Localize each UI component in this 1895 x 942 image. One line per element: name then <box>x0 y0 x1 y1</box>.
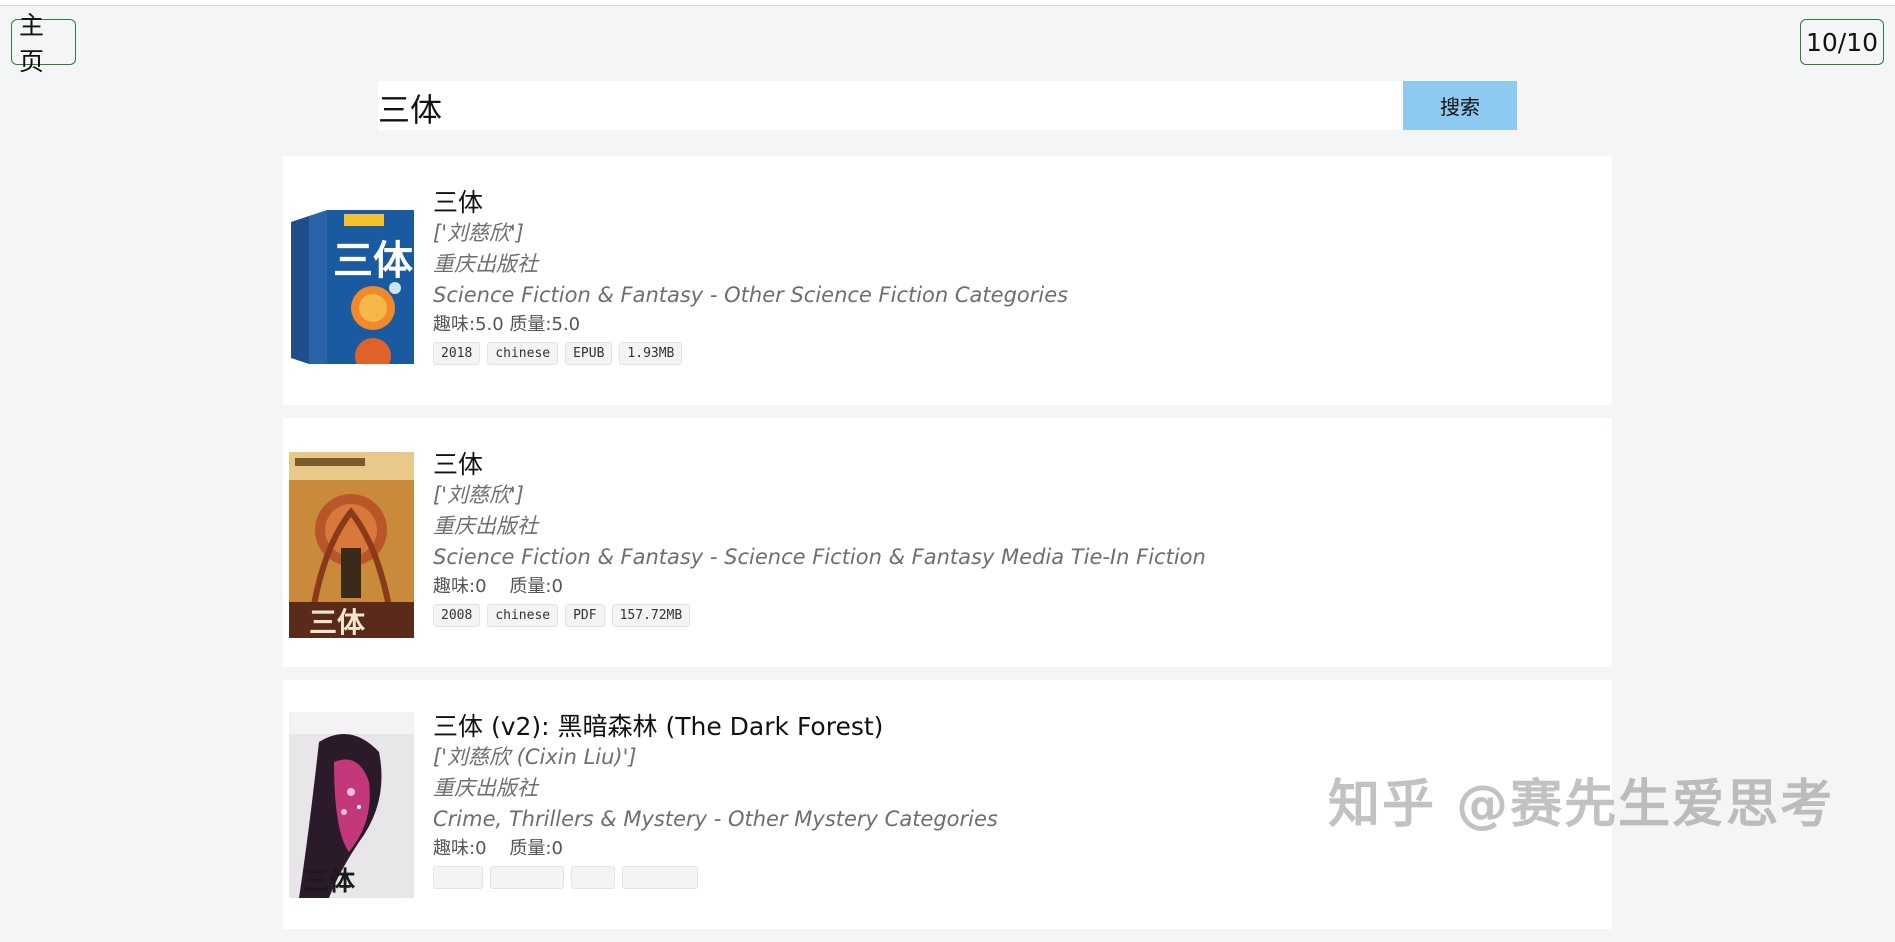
tag-language <box>490 866 564 889</box>
tag-language: chinese <box>487 342 559 365</box>
tag-format: PDF <box>565 604 605 627</box>
tag-size: 1.93MB <box>619 342 683 365</box>
svg-text:三体: 三体 <box>333 238 413 284</box>
book-category: Crime, Thrillers & Mystery - Other Myste… <box>433 807 998 831</box>
tag-format: EPUB <box>565 342 613 365</box>
search-button[interactable]: 搜索 <box>1403 81 1517 130</box>
book-title[interactable]: 三体 <box>433 188 1068 218</box>
book-title[interactable]: 三体 (v2): 黑暗森林 (The Dark Forest) <box>433 712 998 742</box>
watermark-text: 知乎 @赛先生爱思考 <box>1328 775 1835 835</box>
book-scores: 趣味:0 质量:0 <box>433 576 563 597</box>
book-category: Science Fiction & Fantasy - Science Fict… <box>433 545 1206 569</box>
book-tags: 2008 chinese PDF 157.72MB <box>433 604 1206 627</box>
book-tags <box>433 866 998 889</box>
book-category: Science Fiction & Fantasy - Other Scienc… <box>433 283 1069 307</box>
book-author: ['刘慈欣'] <box>433 483 524 507</box>
book-author: ['刘慈欣'] <box>433 221 524 245</box>
top-border <box>0 0 1895 6</box>
book-author: ['刘慈欣 (Cixin Liu)'] <box>433 745 637 769</box>
tag-year: 2008 <box>433 604 481 627</box>
search-input[interactable] <box>378 81 1403 130</box>
book-card[interactable]: 三体 三体 ['刘慈欣'] 重庆出版社 Science Fiction & Fa… <box>283 156 1612 405</box>
home-button[interactable]: 主页 <box>11 11 76 76</box>
page-indicator-button[interactable]: 10/10 <box>1800 19 1884 65</box>
book-publisher: 重庆出版社 <box>433 776 538 800</box>
book-info: 三体 (v2): 黑暗森林 (The Dark Forest) ['刘慈欣 (C… <box>433 712 998 889</box>
book-scores: 趣味:0 质量:0 <box>433 838 563 859</box>
book-info: 三体 ['刘慈欣'] 重庆出版社 Science Fiction & Fanta… <box>433 188 1068 365</box>
book-scores: 趣味:5.0 质量:5.0 <box>433 314 581 335</box>
book-card[interactable]: 三体 三体 ['刘慈欣'] 重庆出版社 Science Fiction & Fa… <box>283 418 1612 667</box>
book-title[interactable]: 三体 <box>433 450 1206 480</box>
tag-language: chinese <box>487 604 559 627</box>
tag-format <box>571 866 615 889</box>
tag-size <box>622 866 698 889</box>
book-info: 三体 ['刘慈欣'] 重庆出版社 Science Fiction & Fanta… <box>433 450 1206 627</box>
tag-year: 2018 <box>433 342 481 365</box>
book-cover-image[interactable]: 三体 <box>289 712 414 898</box>
book-cover-image[interactable]: 三体 <box>289 452 414 638</box>
svg-text:三体: 三体 <box>303 867 356 897</box>
book-publisher: 重庆出版社 <box>433 514 538 538</box>
book-cover-image[interactable]: 三体 <box>289 206 414 364</box>
book-publisher: 重庆出版社 <box>433 252 538 276</box>
svg-text:三体: 三体 <box>309 606 366 638</box>
tag-size: 157.72MB <box>611 604 691 627</box>
book-tags: 2018 chinese EPUB 1.93MB <box>433 342 1068 365</box>
tag-year <box>433 866 483 889</box>
